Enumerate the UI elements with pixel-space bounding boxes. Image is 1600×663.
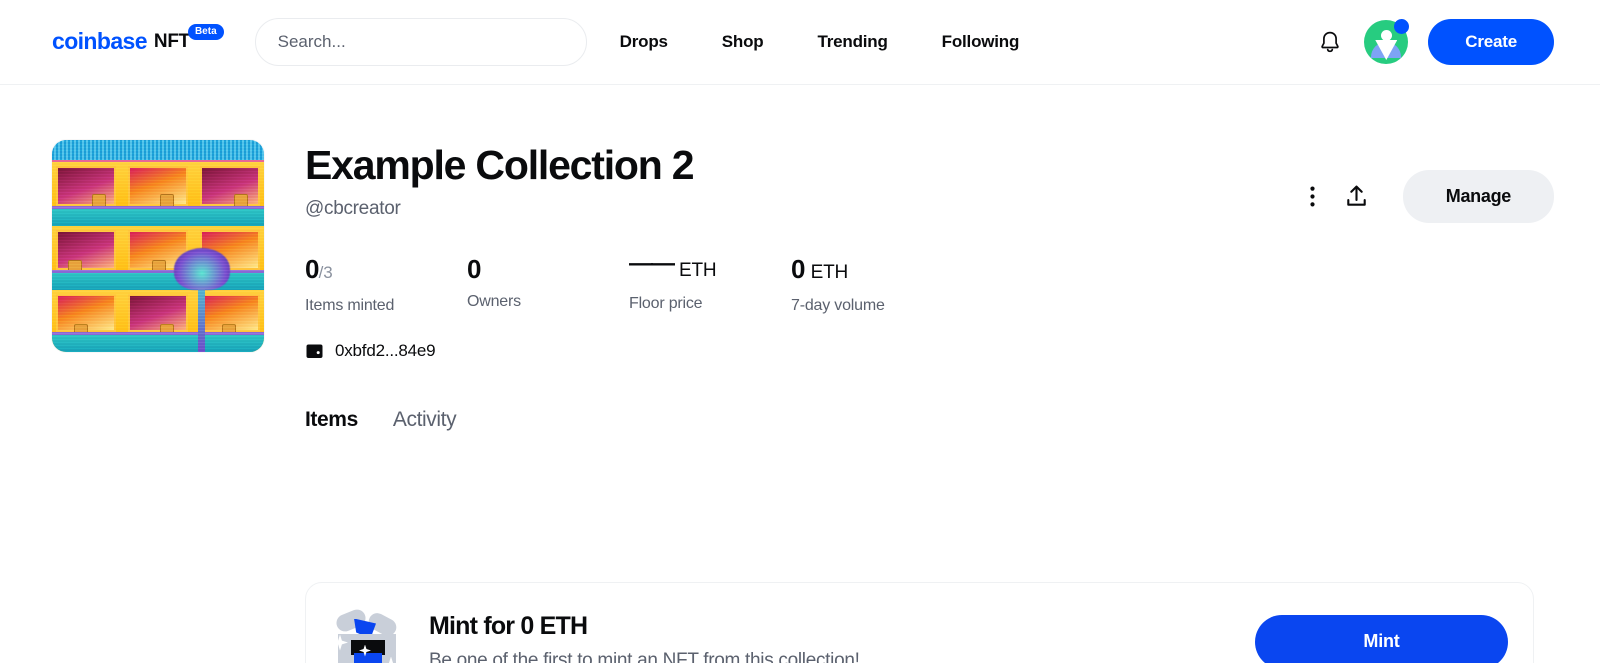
top-navigation-bar: coinbase NFT Beta Drops Shop Trending Fo… [0,0,1600,85]
stat-owners: 0 Owners [467,254,629,315]
avatar-status-badge [1394,19,1410,34]
box-contents [354,652,382,663]
stat-items-minted-value: 0 /3 [305,254,467,288]
nav-item-following[interactable]: Following [942,32,1020,52]
create-button[interactable]: Create [1428,19,1554,65]
mint-banner-title: Mint for 0 ETH [429,612,588,640]
bell-icon [1321,31,1340,53]
tab-items[interactable]: Items [305,408,358,436]
stat-seven-day-volume-number: 0 [791,254,805,284]
stat-owners-number: 0 [467,254,481,284]
stat-seven-day-volume-value: 0 ETH [791,254,953,288]
tab-activity[interactable]: Activity [393,408,457,436]
search-box[interactable] [254,18,587,66]
stat-owners-value: 0 [467,254,629,284]
stat-floor-price-unit: ETH [679,260,717,281]
header-actions: Create [1312,19,1554,65]
contract-address-row[interactable]: 0xbfd2...84e9 [305,341,1554,361]
search-input[interactable] [277,32,564,52]
stat-items-minted: 0 /3 Items minted [305,254,467,315]
wallet-icon [306,344,323,358]
collection-actions: Manage [1291,170,1554,223]
avatar-head-shape [1380,30,1392,41]
beta-badge: Beta [187,24,224,40]
mint-banner-card: Mint for 0 ETH Be one of the first to mi… [305,582,1534,663]
stat-seven-day-volume-label: 7-day volume [791,297,885,314]
stat-items-minted-number: 0 [305,254,319,284]
more-options-button[interactable] [1291,175,1335,219]
stat-seven-day-volume: 0 ETH 7-day volume [791,254,953,315]
stat-floor-price-value: —— ETH [629,250,791,286]
manage-button[interactable]: Manage [1402,170,1554,223]
mint-banner-subtitle: Be one of the first to mint an NFT from … [429,650,860,663]
mint-button[interactable]: Mint [1255,614,1508,663]
collection-details: Example Collection 2 @cbcreator 0 /3 Ite… [305,140,1554,436]
stat-floor-price-label: Floor price [629,295,703,312]
logo-product-text: NFT [153,31,190,52]
collection-tabs: Items Activity [305,408,1554,436]
collection-thumbnail[interactable] [52,140,264,352]
primary-nav: Drops Shop Trending Following [620,32,1020,52]
avatar[interactable] [1364,19,1410,64]
stat-owners-label: Owners [467,293,521,310]
mint-banner-text: Mint for 0 ETH Be one of the first to mi… [429,611,1255,663]
notifications-button[interactable] [1312,24,1348,60]
share-upload-icon [1347,185,1367,206]
stat-floor-price-number: —— [629,250,675,277]
coinbase-nft-logo[interactable]: coinbase NFT Beta [52,24,224,58]
more-vertical-icon [1310,186,1315,207]
contract-address-text: 0xbfd2...84e9 [335,341,436,360]
stat-seven-day-volume-unit: ETH [810,262,849,283]
collection-thumbnail-art [52,140,264,352]
stat-items-minted-label: Items minted [305,297,395,314]
thumbnail-texture-overlay [52,140,264,352]
stat-floor-price: —— ETH Floor price [629,250,791,315]
nav-item-drops[interactable]: Drops [620,32,668,52]
collection-stats: 0 /3 Items minted 0 Owners —— ETH Floor … [305,250,1554,315]
open-box-sparkle-icon [332,606,402,663]
logo-brand-text: coinbase [52,28,148,54]
nav-item-trending[interactable]: Trending [817,32,887,52]
stat-items-minted-total: /3 [318,263,333,282]
nav-item-shop[interactable]: Shop [722,32,764,52]
share-button[interactable] [1335,175,1379,219]
